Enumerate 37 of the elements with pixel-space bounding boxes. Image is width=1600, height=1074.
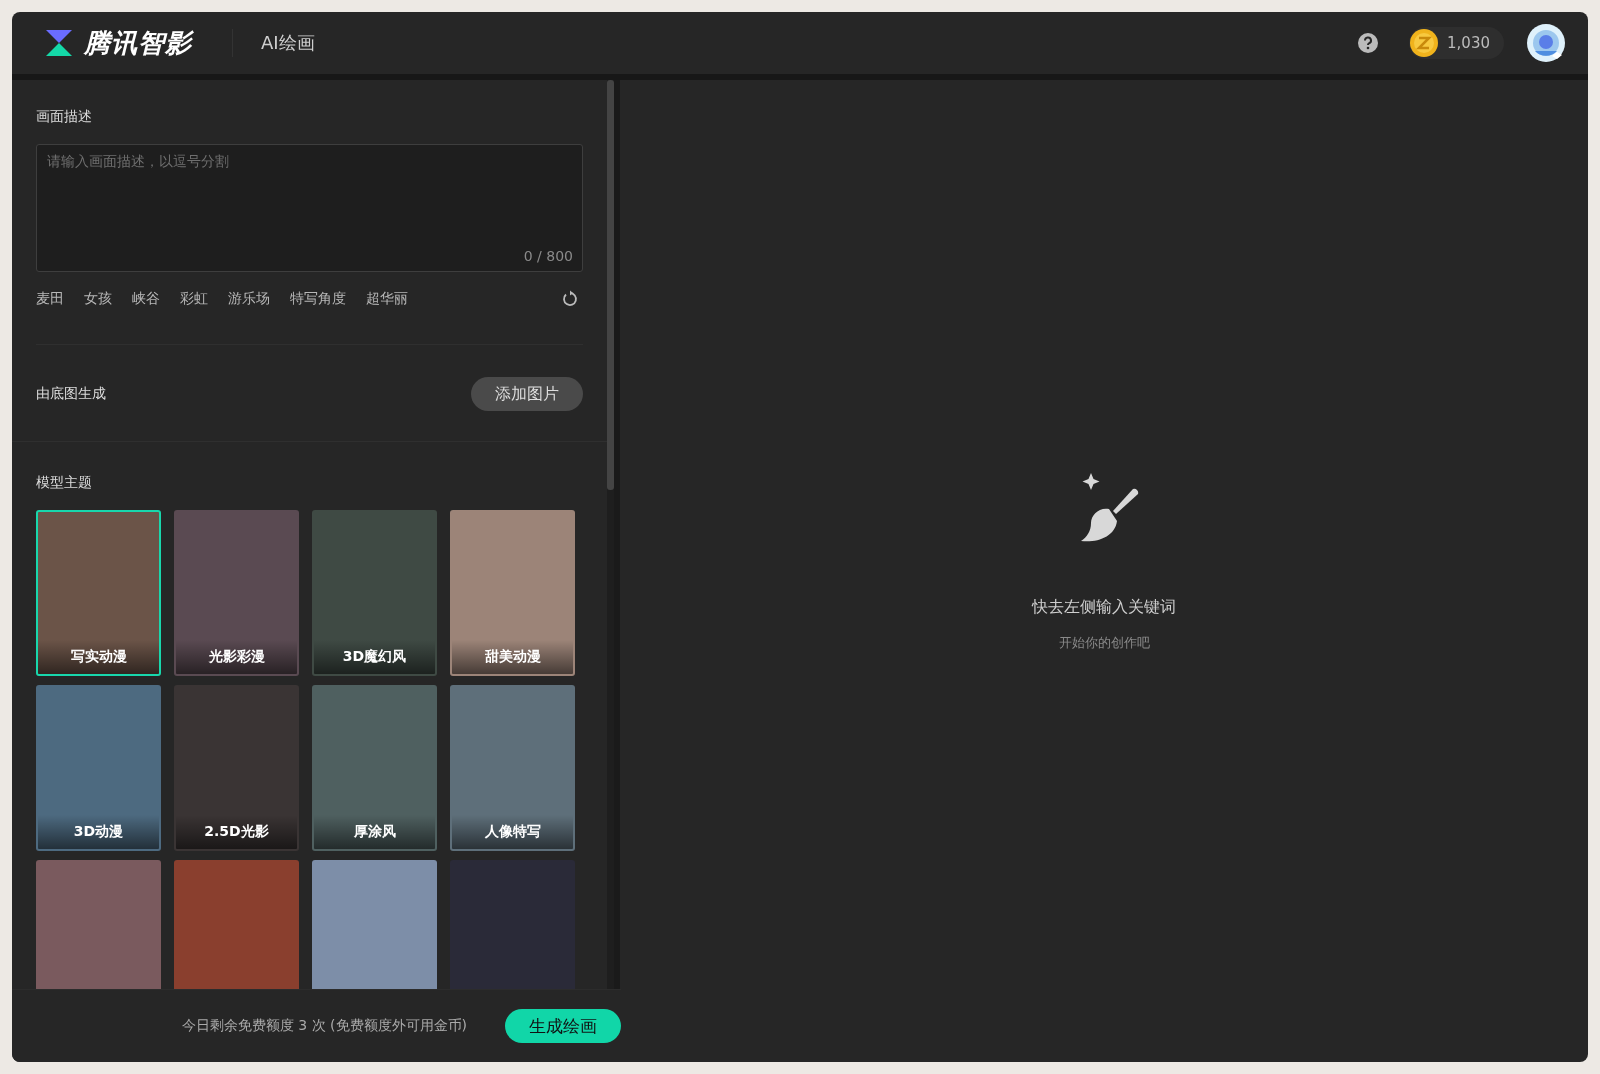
refresh-icon[interactable] — [561, 290, 579, 308]
keyword-suggestion[interactable]: 特写角度 — [290, 290, 346, 308]
coin-count: 1,030 — [1447, 34, 1490, 52]
model-theme-card[interactable]: 3D魔幻风 — [312, 510, 437, 676]
add-image-button[interactable]: 添加图片 — [471, 377, 583, 411]
keyword-suggestion[interactable]: 女孩 — [84, 290, 112, 308]
model-theme-card[interactable]: 厚涂风 — [312, 685, 437, 851]
keyword-suggestion[interactable]: 彩虹 — [180, 290, 208, 308]
keyword-suggestion[interactable]: 峡谷 — [132, 290, 160, 308]
keyword-suggestion[interactable]: 游乐场 — [228, 290, 270, 308]
page-title: AI绘画 — [261, 31, 315, 55]
character-counter: 0 / 800 — [523, 248, 573, 264]
generate-button[interactable]: 生成绘画 — [505, 1009, 621, 1043]
empty-state-title: 快去左侧输入关键词 — [1032, 596, 1176, 618]
model-theme-card[interactable] — [174, 860, 299, 989]
section-label: 模型主题 — [36, 474, 93, 492]
keyword-suggestion[interactable]: 麦田 — [36, 290, 64, 308]
model-theme-card[interactable] — [36, 860, 161, 989]
model-theme-card[interactable]: 人像特写 — [450, 685, 575, 851]
model-theme-card[interactable]: 甜美动漫 — [450, 510, 575, 676]
coin-balance[interactable]: 1,030 — [1409, 27, 1504, 59]
empty-state-subtitle: 开始你的创作吧 — [1058, 633, 1150, 652]
model-theme-card[interactable]: 3D动漫 — [36, 685, 161, 851]
quota-text: 今日剩余免费额度 3 次 (免费额度外可用金币) — [181, 1017, 467, 1035]
brand-name: 腾讯智影 — [84, 26, 192, 60]
model-theme-card[interactable]: 2.5D光影 — [174, 685, 299, 851]
section-label: 画面描述 — [36, 108, 93, 126]
help-icon[interactable] — [1357, 32, 1380, 54]
coin-icon — [1409, 28, 1440, 58]
scrollbar-thumb[interactable] — [607, 80, 614, 490]
model-theme-card[interactable]: 写实动漫 — [36, 510, 161, 676]
keyword-suggestion[interactable]: 超华丽 — [366, 290, 408, 308]
logo-icon — [44, 28, 74, 58]
model-theme-card[interactable]: 光影彩漫 — [174, 510, 299, 676]
avatar-icon[interactable] — [1526, 23, 1566, 63]
model-theme-card[interactable] — [312, 860, 437, 989]
section-label: 由底图生成 — [36, 385, 106, 403]
